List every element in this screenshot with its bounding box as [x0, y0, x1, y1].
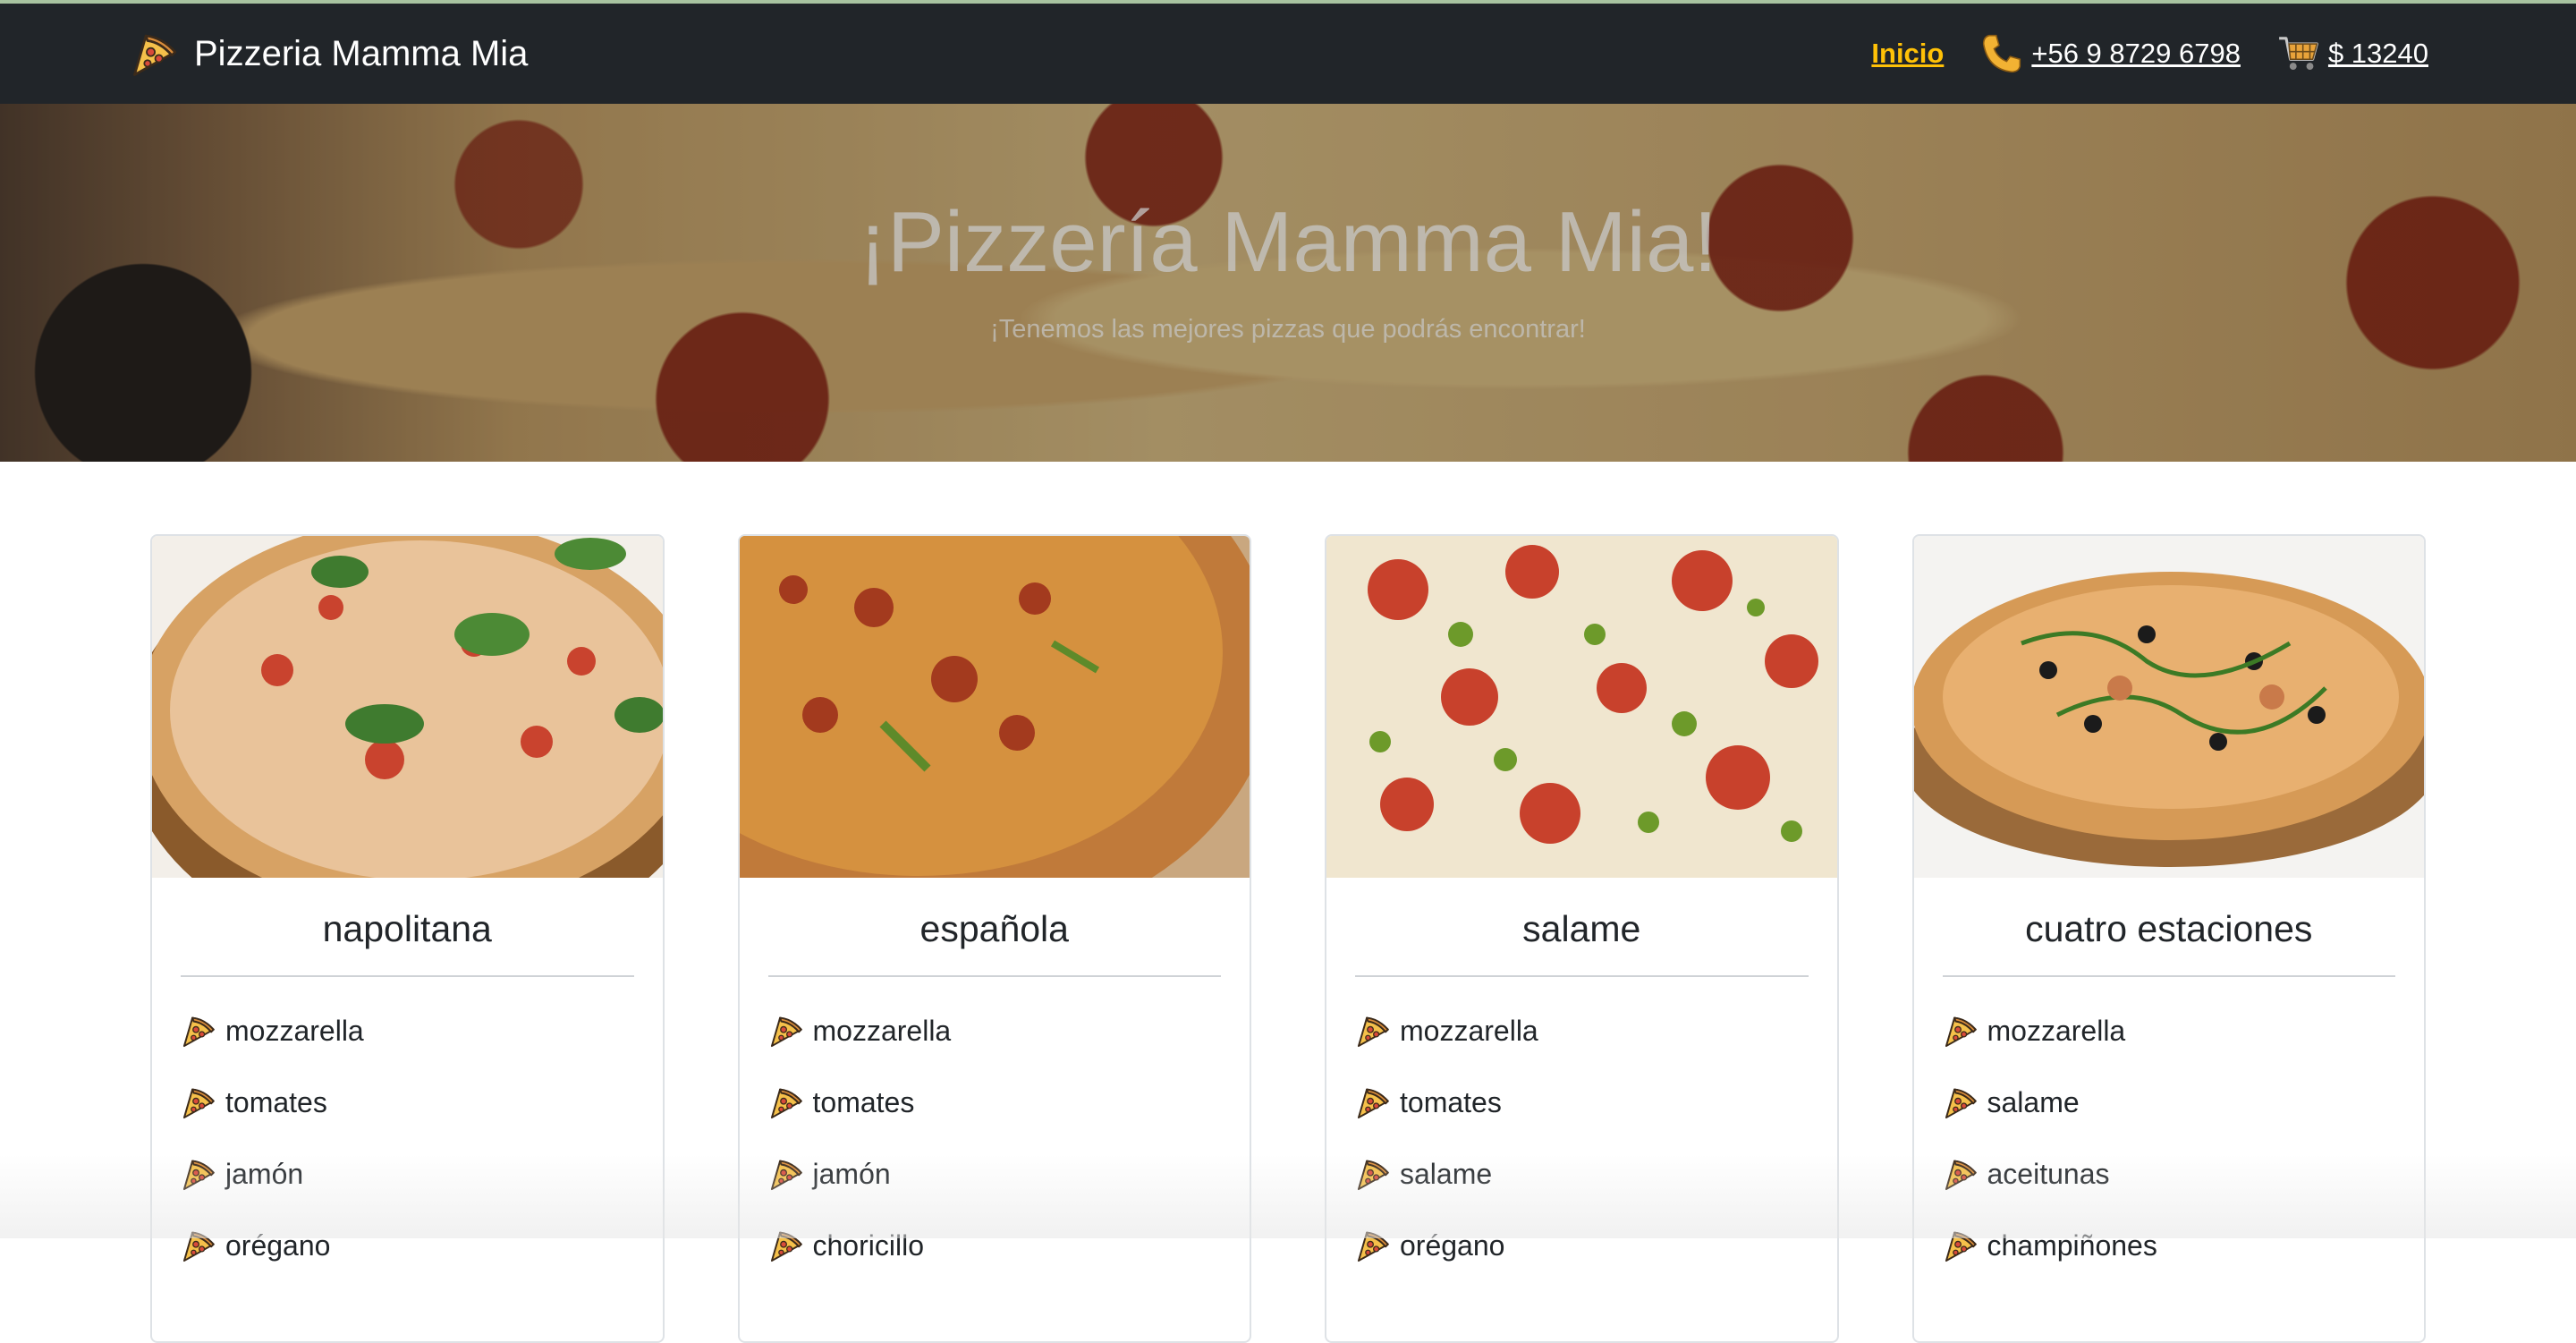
- pizza-card-list: napolitana mozzarella tomates jamón orég…: [150, 534, 2426, 1343]
- pizza-slice-icon: [1355, 1012, 1393, 1050]
- ingredient-label: aceitunas: [1987, 1157, 2110, 1190]
- ingredient-label: salame: [1987, 1085, 2080, 1118]
- phone-number: +56 9 8729 6798: [2031, 38, 2241, 69]
- pizza-slice-icon: [181, 1227, 218, 1264]
- pizza-image: [1913, 536, 2425, 878]
- pizza-slice-icon: [1355, 1155, 1393, 1193]
- ingredient-label: orégano: [1400, 1228, 1505, 1262]
- pizza-slice-icon: [1943, 1084, 1980, 1121]
- pizza-slice-icon: [181, 1084, 218, 1121]
- nav-link-inicio-label: Inicio: [1871, 38, 1945, 69]
- pizza-slice-icon: [130, 28, 182, 80]
- ingredient-label: champiñones: [1987, 1228, 2157, 1262]
- pizza-image: [1326, 536, 1837, 878]
- ingredient-label: mozzarella: [1987, 1014, 2126, 1047]
- pizza-image: [739, 536, 1250, 878]
- ingredient-item: orégano: [1355, 1210, 1809, 1281]
- brand-name: Pizzeria Mamma Mia: [194, 33, 529, 73]
- ingredient-item: champiñones: [1943, 1210, 2396, 1281]
- ingredient-item: jamón: [181, 1138, 634, 1210]
- pizza-name: napolitana: [322, 908, 492, 949]
- pizza-slice-icon: [181, 1155, 218, 1193]
- hero-subtitle: ¡Tenemos las mejores pizzas que podrás e…: [990, 315, 1586, 344]
- pizza-slice-icon: [768, 1012, 806, 1050]
- pizza-card: cuatro estaciones mozzarella salame acei…: [1911, 534, 2426, 1343]
- pizza-card: napolitana mozzarella tomates jamón orég…: [150, 534, 665, 1343]
- ingredient-label: orégano: [225, 1228, 331, 1262]
- ingredient-list: mozzarella tomates jamón orégano: [152, 995, 663, 1281]
- pizza-slice-icon: [768, 1227, 806, 1264]
- ingredient-item: salame: [1943, 1067, 2396, 1138]
- pizza-slice-icon: [1943, 1012, 1980, 1050]
- pizza-name: española: [919, 908, 1069, 949]
- ingredient-label: tomates: [1400, 1085, 1502, 1118]
- ingredient-label: mozzarella: [1400, 1014, 1538, 1047]
- pizza-name: cuatro estaciones: [2025, 908, 2313, 949]
- pizza-slice-icon: [181, 1012, 218, 1050]
- ingredient-list: mozzarella tomates jamón choricillo: [740, 995, 1250, 1281]
- pizza-image: [152, 536, 663, 878]
- ingredient-label: tomates: [812, 1085, 915, 1118]
- ingredient-item: tomates: [768, 1067, 1222, 1138]
- hero-banner: ¡Pizzería Mamma Mia! ¡Tenemos las mejore…: [0, 104, 2576, 462]
- cart-total: $ 13240: [2327, 38, 2428, 69]
- card-divider: [181, 975, 634, 977]
- card-divider: [1355, 975, 1809, 977]
- phone-icon: [1979, 31, 2024, 76]
- ingredient-label: choricillo: [812, 1228, 924, 1262]
- brand-link[interactable]: Pizzeria Mamma Mia: [130, 4, 528, 104]
- nav-link-inicio[interactable]: Inicio: [1871, 38, 1944, 70]
- pizza-slice-icon: [1943, 1155, 1980, 1193]
- ingredient-item: mozzarella: [768, 995, 1222, 1067]
- ingredient-list: mozzarella salame aceitunas champiñones: [1914, 995, 2425, 1281]
- ingredient-item: orégano: [181, 1210, 634, 1281]
- ingredient-label: tomates: [225, 1085, 327, 1118]
- ingredient-label: mozzarella: [812, 1014, 952, 1047]
- pizza-card: salame mozzarella tomates salame orégano: [1325, 534, 1839, 1343]
- ingredient-list: mozzarella tomates salame orégano: [1326, 995, 1837, 1281]
- pizza-name: salame: [1522, 908, 1641, 949]
- pizza-slice-icon: [1355, 1084, 1393, 1121]
- ingredient-label: mozzarella: [225, 1014, 364, 1047]
- ingredient-item: mozzarella: [1355, 995, 1809, 1067]
- nav-links: Inicio +56 9 8729 6798 $ 13240: [1871, 4, 2428, 104]
- cart-link[interactable]: $ 13240: [2276, 31, 2428, 76]
- ingredient-item: mozzarella: [181, 995, 634, 1067]
- phone-link[interactable]: +56 9 8729 6798: [1979, 31, 2241, 76]
- ingredient-item: jamón: [768, 1138, 1222, 1210]
- ingredient-item: tomates: [1355, 1067, 1809, 1138]
- card-divider: [1942, 975, 2395, 977]
- pizza-card: española mozzarella tomates jamón choric…: [737, 534, 1251, 1343]
- ingredient-item: tomates: [181, 1067, 634, 1138]
- pizza-slice-icon: [1943, 1227, 1980, 1264]
- pizza-slice-icon: [768, 1084, 806, 1121]
- card-divider: [767, 975, 1221, 977]
- ingredient-item: salame: [1355, 1138, 1809, 1210]
- pizza-slice-icon: [768, 1155, 806, 1193]
- navbar: Pizzeria Mamma Mia Inicio +56 9 8729 679…: [0, 4, 2576, 104]
- ingredient-label: jamón: [812, 1157, 891, 1190]
- ingredient-item: aceitunas: [1943, 1138, 2396, 1210]
- hero-title: ¡Pizzería Mamma Mia!: [858, 194, 1718, 290]
- ingredient-label: jamón: [225, 1157, 304, 1190]
- cart-icon: [2276, 31, 2321, 76]
- ingredient-label: salame: [1400, 1157, 1493, 1190]
- pizza-slice-icon: [1355, 1227, 1393, 1264]
- ingredient-item: mozzarella: [1943, 995, 2396, 1067]
- ingredient-item: choricillo: [768, 1210, 1222, 1281]
